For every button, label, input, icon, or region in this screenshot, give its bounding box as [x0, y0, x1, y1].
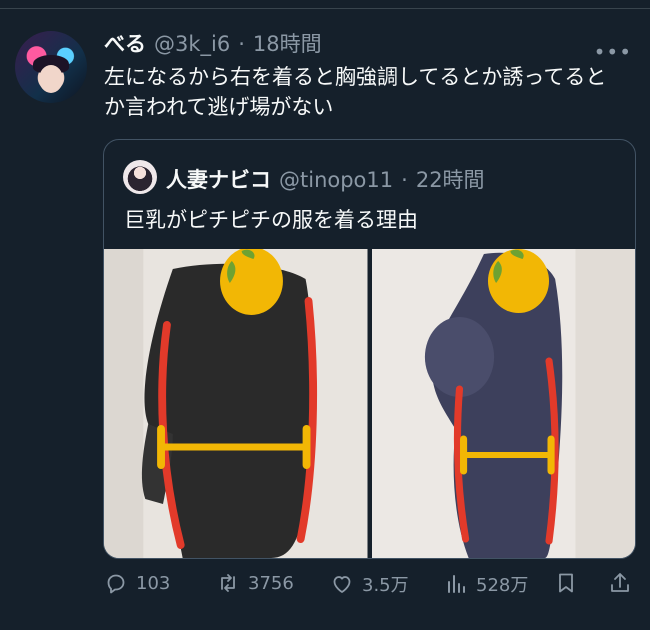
action-bar: 103 3756 3.5万 528万	[104, 571, 634, 601]
reply-icon	[107, 574, 125, 594]
top-divider	[0, 8, 650, 9]
quoted-author-handle[interactable]: @tinopo11	[279, 168, 393, 192]
quoted-tweet[interactable]: 人妻ナビコ @tinopo11 · 22時間 巨乳がピチピチの服を着る理由	[103, 139, 636, 559]
author-avatar[interactable]	[15, 31, 87, 103]
quoted-tweet-time[interactable]: 22時間	[416, 164, 485, 194]
quoted-header: 人妻ナビコ @tinopo11 · 22時間	[166, 164, 485, 192]
tweet-text: 左になるから右を着ると胸強調してるとか誘ってるとか言われて逃げ場がない	[104, 65, 607, 119]
views-count: 528万	[476, 575, 529, 596]
more-icon[interactable]: •••	[594, 40, 632, 64]
photo-left-image	[104, 249, 368, 558]
quoted-author-name[interactable]: 人妻ナビコ	[166, 164, 271, 194]
bookmark-icon	[559, 573, 573, 593]
reply-button[interactable]: 103	[104, 571, 170, 595]
reply-count: 103	[136, 572, 171, 594]
like-count: 3.5万	[362, 575, 409, 596]
photo-left[interactable]	[104, 249, 368, 558]
bookmark-button[interactable]	[554, 571, 578, 595]
quoted-author-avatar[interactable]	[123, 160, 157, 194]
retweet-button[interactable]: 3756	[216, 571, 294, 595]
share-icon	[611, 573, 629, 592]
views-button[interactable]: 528万	[444, 571, 528, 597]
quoted-tweet-text: 巨乳がピチピチの服を着る理由	[124, 208, 418, 232]
tweet-time[interactable]: 18時間	[253, 28, 322, 58]
retweet-icon	[221, 574, 235, 592]
author-handle[interactable]: @3k_i6	[154, 32, 230, 56]
retweet-count: 3756	[248, 572, 294, 594]
like-button[interactable]: 3.5万	[330, 571, 409, 597]
like-icon	[333, 576, 351, 593]
tweet-header: べる @3k_i6 · 18時間	[104, 28, 322, 58]
quoted-meta-separator: ·	[401, 168, 408, 192]
avatar-face	[39, 65, 63, 93]
share-button[interactable]	[608, 571, 632, 595]
meta-separator: ·	[238, 32, 245, 56]
author-name[interactable]: べる	[104, 28, 146, 58]
quoted-media[interactable]	[104, 249, 635, 558]
photo-right[interactable]	[371, 249, 635, 558]
photo-right-image	[371, 249, 635, 558]
views-icon	[448, 575, 465, 593]
